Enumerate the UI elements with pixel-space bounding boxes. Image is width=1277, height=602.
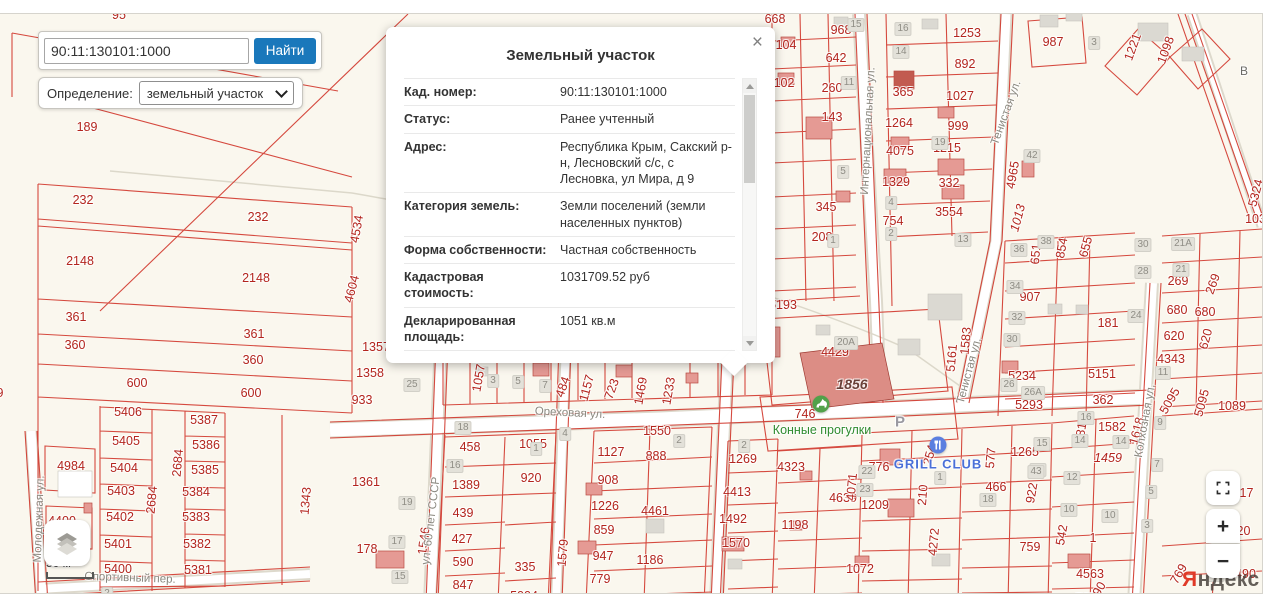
popup-field-row: Форма собственности: Частная собственност… (404, 237, 735, 264)
field-value: Частная собственность (560, 242, 697, 257)
field-label: Кадастровая стоимость: (404, 270, 484, 301)
fullscreen-button[interactable] (1206, 471, 1240, 505)
fullscreen-icon (1216, 481, 1230, 495)
field-label: Адрес: (404, 139, 447, 154)
field-label: Кад. номер: (404, 85, 477, 99)
popup-scrollbar[interactable] (742, 78, 757, 351)
zoom-in-button[interactable]: + (1206, 509, 1240, 543)
definition-label: Определение: (47, 85, 133, 101)
horse-icon[interactable] (812, 395, 830, 413)
field-value: Ранее учтенный (560, 112, 655, 127)
plus-icon: + (1216, 514, 1230, 538)
field-value: 1031709.52 руб (560, 270, 650, 284)
field-value: 90:11:130101:1000 (560, 85, 667, 99)
field-label: Категория земель: (404, 199, 520, 214)
popup-field-row: Адрес: Республика Крым, Сакский р-н, Лесн… (404, 134, 735, 194)
popup-body: Кад. номер: 90:11:130101:1000 Статус: Ранее… (404, 78, 757, 351)
popup-field-row: Декларированная площадь: 1051 кв.м (404, 308, 735, 351)
definition-select[interactable]: земельный участок (138, 81, 295, 105)
yandex-logo-first-letter: Я (1182, 568, 1198, 591)
popup-field-row: Кад. номер: 90:11:130101:1000 (404, 79, 735, 107)
field-value: Республика Крым, Сакский р-н, Лесновский… (560, 139, 732, 187)
search-input[interactable] (44, 37, 249, 64)
layers-icon (57, 533, 77, 555)
zoom-out-button[interactable]: − (1206, 544, 1240, 578)
definition-selected-value: земельный участок (146, 85, 264, 101)
popup-title: Земельный участок (506, 47, 655, 64)
fork-knife-glyph (934, 440, 941, 450)
scroll-down-icon[interactable] (743, 336, 756, 350)
popup-field-row: Статус: Ранее учтенный (404, 106, 735, 134)
parcel-info-popup: × Земельный участок Кад. номер: 90:11:130… (386, 27, 775, 377)
popup-field-row: Категория земель: Земли поселений (земли … (404, 193, 735, 237)
close-icon[interactable]: × (752, 33, 763, 52)
field-value: Земли поселений (земли населенных пункто… (560, 199, 706, 230)
popup-fields: Кад. номер: 90:11:130101:1000 Статус: Ранее… (404, 78, 735, 351)
field-value: 1051 кв.м (560, 313, 616, 328)
search-panel: Найти (38, 31, 322, 70)
field-label: Форма собственности: (404, 242, 547, 257)
scroll-up-icon[interactable] (743, 79, 756, 93)
restaurant-icon[interactable] (929, 436, 947, 454)
chevron-down-icon (275, 84, 288, 98)
layers-button[interactable] (44, 520, 90, 566)
horse-glyph (816, 399, 827, 408)
cadastral-map-page: 95 189 232 232 2148 2148 4534 4604 361 361 360 360 6… (0, 0, 1277, 602)
field-label: Статус: (404, 112, 451, 127)
field-label: Декларированная площадь: (404, 313, 516, 344)
minus-icon: − (1216, 549, 1230, 573)
definition-panel: Определение: земельный участок (38, 77, 304, 109)
popup-field-row: Кадастровая стоимость: 1031709.52 руб (404, 264, 735, 308)
scale-ruler (46, 572, 94, 579)
search-button[interactable]: Найти (254, 37, 316, 64)
scrollbar-thumb[interactable] (744, 95, 755, 183)
